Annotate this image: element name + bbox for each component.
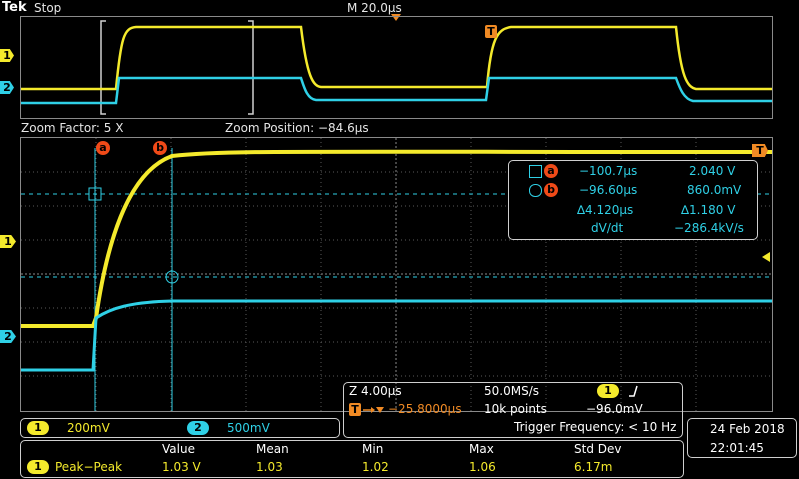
cursor-b-label[interactable]: b xyxy=(153,141,167,155)
date: 24 Feb 2018 xyxy=(710,422,785,436)
record-length: 10k points xyxy=(484,402,547,416)
meas-header-mean: Mean xyxy=(256,442,289,456)
measurement-panel[interactable]: Value Mean Min Max Std Dev 1 Peak−Peak 1… xyxy=(20,440,684,478)
trigger-level-arrow-icon[interactable] xyxy=(760,252,770,262)
meas-header-std-dev: Std Dev xyxy=(574,442,622,456)
cursor-slope-value: −286.4kV/s xyxy=(674,221,744,235)
meas-value: 1.03 V xyxy=(162,460,201,474)
trigger-position: −25.8000µs xyxy=(388,402,462,416)
meas-header-value: Value xyxy=(162,442,195,456)
meas-mean: 1.03 xyxy=(256,460,283,474)
rising-edge-icon xyxy=(629,385,638,397)
cursor-b-time: −96.60µs xyxy=(579,183,638,197)
zoom-ch1-marker[interactable]: 1 xyxy=(0,235,16,248)
cursor-delta-time: ∆4.120µs xyxy=(577,203,634,217)
acquisition-panel[interactable]: Z 4.00µs 50.0MS/s 1 T −25.8000µs 10k poi… xyxy=(343,382,683,438)
cursor-readout-panel: a −100.7µs 2.040 V b −96.60µs 860.0mV ∆4… xyxy=(508,160,758,240)
overview-trigger-marker: T xyxy=(485,25,497,38)
ch2-scale[interactable]: 500mV xyxy=(227,421,270,435)
trigger-position-arrow-icon xyxy=(363,407,384,413)
sample-rate: 50.0MS/s xyxy=(484,384,539,398)
datetime-panel: 24 Feb 2018 22:01:45 xyxy=(687,418,797,458)
run-state: Stop xyxy=(34,1,62,15)
cursor-b-value: 860.0mV xyxy=(687,183,742,197)
cursor-a-readout-badge: a xyxy=(544,164,558,178)
zoom-scale: Z 4.00µs xyxy=(349,384,402,398)
time: 22:01:45 xyxy=(710,441,764,455)
trigger-position-badge: T xyxy=(349,403,361,416)
meas-header-min: Min xyxy=(362,442,384,456)
cursor-b-readout-badge: b xyxy=(544,183,558,197)
overview-ch1-trace xyxy=(21,25,772,91)
cursor-a-label[interactable]: a xyxy=(96,141,110,155)
trigger-source-badge: 1 xyxy=(597,384,619,398)
brand-logo: Tek xyxy=(2,0,27,15)
meas-name: Peak−Peak xyxy=(55,460,123,474)
overview-ch2-marker[interactable]: 2 xyxy=(0,81,14,94)
zoom-position: Zoom Position: −84.6µs xyxy=(225,121,369,135)
meas-std-dev: 6.17m xyxy=(574,460,613,474)
zoom-trigger-marker: T xyxy=(752,144,768,157)
overview-ch2-trace xyxy=(21,76,772,105)
cursor-slope-label: dV/dt xyxy=(591,221,624,235)
cursor-delta-value: ∆1.180 V xyxy=(681,203,736,217)
ch1-scale[interactable]: 200mV xyxy=(67,421,110,435)
meas-channel-badge: 1 xyxy=(27,460,49,474)
cursor-a-time: −100.7µs xyxy=(579,164,638,178)
ch1-scale-badge: 1 xyxy=(27,421,49,435)
overview-ch1-marker[interactable]: 1 xyxy=(0,49,14,62)
ch2-scale-badge: 2 xyxy=(187,421,209,435)
timebase-readout: M 20.0µs xyxy=(347,1,402,15)
trigger-level: −96.0mV xyxy=(586,402,643,416)
cursor-b-circle-icon xyxy=(529,184,542,197)
meas-min: 1.02 xyxy=(362,460,389,474)
meas-max: 1.06 xyxy=(469,460,496,474)
cursor-a-square-icon xyxy=(529,165,542,178)
zoom-ch2-marker[interactable]: 2 xyxy=(0,330,16,343)
meas-header-max: Max xyxy=(469,442,494,456)
cursor-a-value: 2.040 V xyxy=(689,164,736,178)
overview-waveform-display[interactable] xyxy=(20,16,773,119)
channel-scale-panel[interactable]: 1 200mV 2 500mV xyxy=(20,418,340,438)
trigger-frequency: Trigger Frequency: < 10 Hz xyxy=(514,420,677,434)
zoom-factor: Zoom Factor: 5 X xyxy=(21,121,124,135)
